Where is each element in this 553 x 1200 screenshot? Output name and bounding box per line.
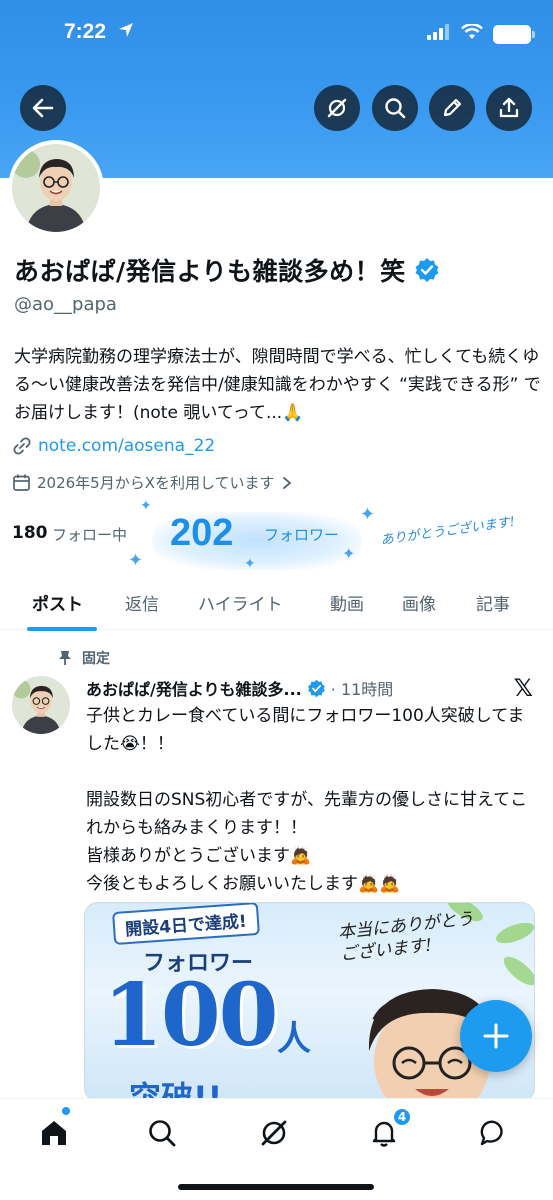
image-nin: 人	[277, 1019, 311, 1059]
battery-icon	[493, 24, 535, 44]
post-time: · 11時間	[330, 680, 394, 699]
post-author-avatar[interactable]	[12, 676, 70, 734]
search-icon	[385, 98, 406, 119]
follow-stats: 180 フォロー中 202 フォロワー ✦ ✦ ✦ ✦ ✦ ありがとうございます…	[12, 498, 547, 574]
x-logo-icon: 𝕏	[513, 674, 533, 702]
followers-label[interactable]: フォロワー	[264, 524, 339, 545]
image-script-text: 本当にありがとう ございます!	[337, 909, 475, 965]
tab-videos[interactable]: 動画	[330, 590, 364, 615]
nav-search[interactable]	[142, 1113, 182, 1153]
active-tab-indicator	[27, 627, 97, 631]
post-author-name[interactable]: あおぱぱ/発信よりも雑談多...	[86, 676, 302, 700]
tab-replies[interactable]: 返信	[125, 590, 159, 615]
compose-post-button[interactable]	[460, 1000, 532, 1072]
verified-badge-icon	[415, 258, 439, 282]
wifi-icon	[461, 23, 483, 44]
following-count[interactable]: 180	[12, 523, 48, 543]
tab-posts[interactable]: ポスト	[32, 590, 83, 615]
bio: 大学病院勤務の理学療法士が、隙間時間で学べる、忙しくても続くゆる〜い健康改善法を…	[14, 347, 541, 423]
calendar-icon	[13, 474, 30, 491]
leaf-decoration	[493, 918, 534, 948]
plus-icon	[483, 1023, 509, 1049]
profile-page: 7:22 あおぱぱ/発信よりも雑談多め！笑 @ao__papa 大学病院勤務の理…	[0, 0, 553, 1200]
post-header: あおぱぱ/発信よりも雑談多... · 11時間	[86, 676, 393, 700]
home-indicator	[178, 1184, 374, 1190]
nav-grok[interactable]	[254, 1113, 294, 1153]
back-icon	[32, 98, 54, 118]
status-bar: 7:22	[0, 0, 553, 70]
share-button[interactable]	[486, 85, 532, 131]
verified-badge-icon	[307, 679, 325, 697]
thanks-message: ありがとうございます!	[379, 514, 516, 549]
status-time: 7:22	[64, 20, 107, 43]
website-link-text[interactable]: note.com/aosena_22	[38, 436, 215, 456]
search-button[interactable]	[372, 85, 418, 131]
followers-count[interactable]: 202	[170, 512, 233, 555]
display-name: あおぱぱ/発信よりも雑談多め！笑	[14, 257, 406, 286]
tab-highlights[interactable]: ハイライト	[198, 590, 283, 615]
back-button[interactable]	[20, 85, 66, 131]
profile-avatar[interactable]	[8, 140, 104, 236]
tab-images[interactable]: 画像	[402, 590, 436, 615]
messages-icon	[480, 1120, 503, 1146]
profile-tabs: ポスト 返信 ハイライト 動画 画像 記事	[0, 586, 553, 631]
sparkle-icon: ✦	[244, 556, 256, 572]
status-indicators	[427, 23, 535, 44]
nav-messages[interactable]	[474, 1113, 514, 1153]
search-icon	[149, 1120, 176, 1147]
share-icon	[499, 97, 519, 118]
post-text: 子供とカレー食べている間にフォロワー100人突破してました😭！！ 開設数日のSN…	[86, 706, 528, 894]
following-label[interactable]: フォロー中	[52, 524, 127, 545]
sparkle-icon: ✦	[140, 498, 152, 514]
edit-button[interactable]	[429, 85, 475, 131]
joined-text: 2026年5月からXを利用しています	[37, 474, 275, 492]
signal-icon	[427, 24, 451, 44]
joined-date[interactable]: 2026年5月からXを利用しています	[12, 472, 293, 493]
notifications-badge: 4	[392, 1107, 412, 1127]
location-arrow-icon	[118, 22, 134, 42]
chevron-right-icon	[282, 476, 291, 489]
home-icon	[42, 1121, 66, 1145]
website-link[interactable]: note.com/aosena_22	[12, 436, 215, 456]
edit-icon	[443, 98, 462, 117]
grok-icon	[261, 1120, 287, 1146]
display-name-row: あおぱぱ/発信よりも雑談多め！笑	[14, 252, 440, 288]
home-unread-dot	[62, 1107, 70, 1115]
pinned-label: 固定	[82, 651, 110, 667]
grok-button[interactable]	[314, 85, 360, 131]
tab-articles[interactable]: 記事	[476, 590, 510, 615]
sparkle-icon: ✦	[128, 550, 144, 571]
image-big-number: 100	[103, 965, 279, 1066]
link-icon	[13, 437, 31, 455]
image-banner-text: 開設4日で達成!	[112, 903, 260, 946]
post-image[interactable]: 開設4日で達成! フォロワー 100 人 突破!! 本当にありがとう ございます…	[84, 902, 535, 1102]
handle: @ao__papa	[14, 294, 117, 315]
nav-home[interactable]	[34, 1113, 74, 1153]
sparkle-icon: ✦	[342, 544, 356, 563]
pin-icon	[59, 651, 71, 665]
pinned-indicator: 固定	[58, 648, 110, 668]
sparkle-icon: ✦	[360, 504, 376, 525]
grok-icon	[327, 98, 347, 118]
